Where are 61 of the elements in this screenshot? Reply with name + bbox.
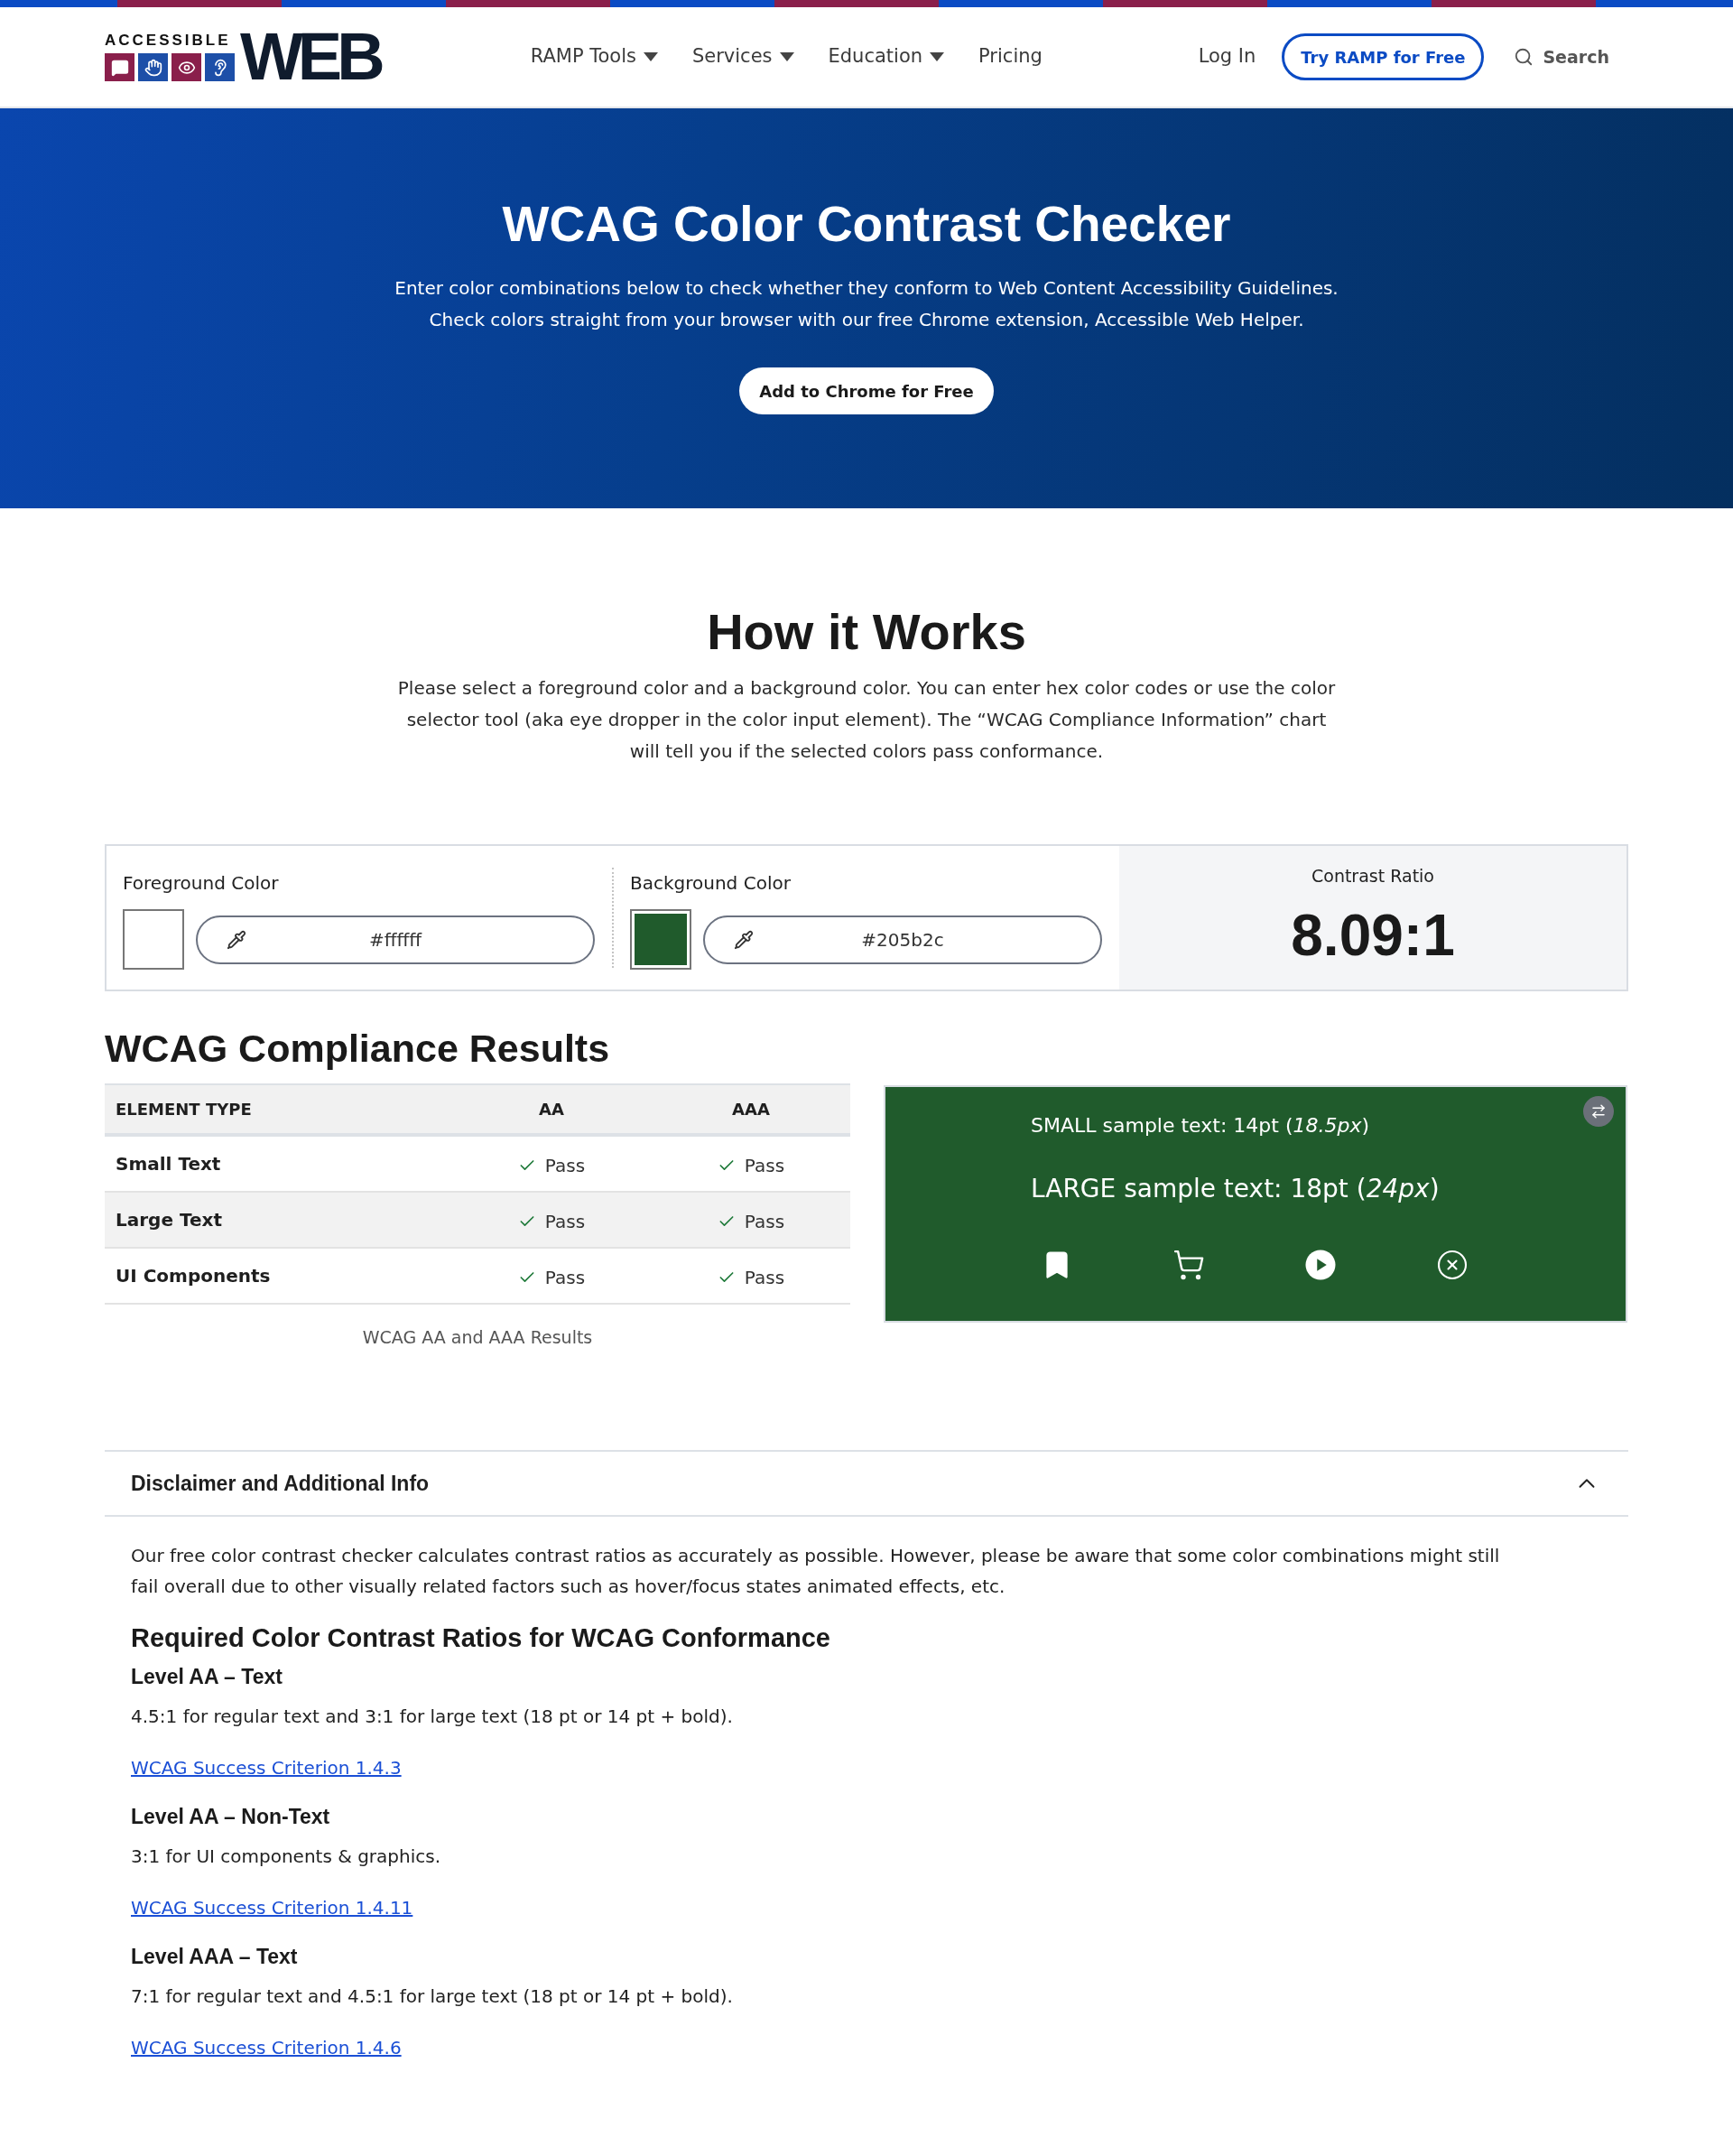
section-title: How it Works bbox=[707, 603, 1026, 661]
logo-text: ACCESSIBLE bbox=[105, 33, 232, 48]
hand-icon bbox=[138, 53, 168, 81]
eye-icon bbox=[171, 53, 201, 81]
column-header: ELEMENT TYPE bbox=[115, 1099, 252, 1120]
color-swatch[interactable] bbox=[123, 909, 184, 970]
try-free-button[interactable]: Try RAMP for Free bbox=[1282, 33, 1485, 80]
column-header: AAA bbox=[732, 1099, 770, 1120]
level-title: Level AA – Non-Text bbox=[131, 1804, 330, 1830]
ratios-heading: Required Color Contrast Ratios for WCAG Conformance bbox=[131, 1622, 830, 1654]
nav-link[interactable]: Pricing bbox=[978, 42, 1043, 71]
small-sample-text: SMALL sample text: 14pt (18.5px) bbox=[1031, 1113, 1370, 1138]
row-label: UI Components bbox=[115, 1264, 271, 1288]
close-circle-icon bbox=[1436, 1249, 1469, 1281]
result-text: Pass bbox=[744, 1154, 785, 1178]
hero-title: WCAG Color Contrast Checker bbox=[502, 197, 1231, 251]
instructions-text: Please select a foreground color and a background color. You can enter hex color codes or use the color selector tool (aka eye dropper in the color input element). The “WCAG Compliance Information” chart will tell you if the selected colors pass conformance. bbox=[397, 676, 1336, 764]
color-label: Background Color bbox=[630, 871, 791, 896]
criterion-link[interactable]: WCAG Success Criterion 1.4.6 bbox=[131, 2034, 402, 2061]
result-text: Pass bbox=[544, 1210, 586, 1234]
column-header: AA bbox=[539, 1099, 564, 1120]
login-link[interactable]: Log In bbox=[1198, 42, 1256, 71]
large-sample-text: LARGE sample text: 18pt (24px) bbox=[1031, 1173, 1440, 1205]
nav-link[interactable]: Services bbox=[691, 42, 794, 71]
row-label: Small Text bbox=[115, 1152, 221, 1176]
hex-input-field[interactable]: #ffffff bbox=[196, 915, 595, 964]
contrast-ratio-value: 8.09:1 bbox=[1291, 904, 1455, 967]
color-swatch[interactable] bbox=[630, 909, 691, 970]
cart-icon bbox=[1172, 1249, 1205, 1281]
disclaimer-text: Our free color contrast checker calculates contrast ratios as accurately as possible. However, please be aware that some color combinations might still fail overall due to other visually related factors such as hover/focus states animated effects, etc. bbox=[131, 1544, 1500, 1599]
add-to-chrome-button[interactable]: Add to Chrome for Free bbox=[739, 367, 994, 414]
search-button[interactable]: Search bbox=[1514, 43, 1609, 70]
level-title: Level AA – Text bbox=[131, 1664, 283, 1690]
hex-input-field[interactable]: #205b2c bbox=[703, 915, 1102, 964]
accordion-toggle[interactable]: Disclaimer and Additional Info bbox=[105, 1450, 1628, 1517]
search-icon bbox=[1514, 47, 1534, 67]
table-caption: WCAG AA and AAA Results bbox=[362, 1326, 593, 1349]
ear-icon bbox=[205, 53, 235, 81]
nav-link[interactable]: RAMP Tools bbox=[530, 42, 658, 71]
play-icon bbox=[1304, 1249, 1337, 1281]
logo-wordmark: WEB bbox=[240, 30, 380, 84]
result-text: Pass bbox=[544, 1154, 586, 1178]
results-title: WCAG Compliance Results bbox=[105, 1026, 610, 1071]
criterion-link[interactable]: WCAG Success Criterion 1.4.11 bbox=[131, 1894, 413, 1921]
swap-colors-icon[interactable] bbox=[1583, 1096, 1614, 1127]
hero-description: Enter color combinations below to check whether they conform to Web Content Accessibility Guidelines. Check colors straight from your browser with our free Chrome extension, Accessible Web Helper. bbox=[394, 276, 1339, 332]
level-description: 3:1 for UI components & graphics. bbox=[131, 1845, 441, 1869]
color-label: Foreground Color bbox=[123, 871, 279, 896]
row-label: Large Text bbox=[115, 1208, 222, 1232]
level-description: 4.5:1 for regular text and 3:1 for large text (18 pt or 14 pt + bold). bbox=[131, 1705, 733, 1729]
result-text: Pass bbox=[744, 1266, 785, 1290]
level-description: 7:1 for regular text and 4.5:1 for large text (18 pt or 14 pt + bold). bbox=[131, 1984, 733, 2009]
eyedropper-icon[interactable] bbox=[734, 929, 754, 950]
eyedropper-icon[interactable] bbox=[227, 929, 246, 950]
criterion-link[interactable]: WCAG Success Criterion 1.4.3 bbox=[131, 1754, 402, 1781]
contrast-ratio-label: Contrast Ratio bbox=[1311, 865, 1434, 887]
speech-bubble-icon bbox=[105, 53, 134, 81]
result-text: Pass bbox=[744, 1210, 785, 1234]
level-title: Level AAA – Text bbox=[131, 1944, 298, 1970]
nav-link[interactable]: Education bbox=[828, 42, 945, 71]
result-text: Pass bbox=[544, 1266, 586, 1290]
